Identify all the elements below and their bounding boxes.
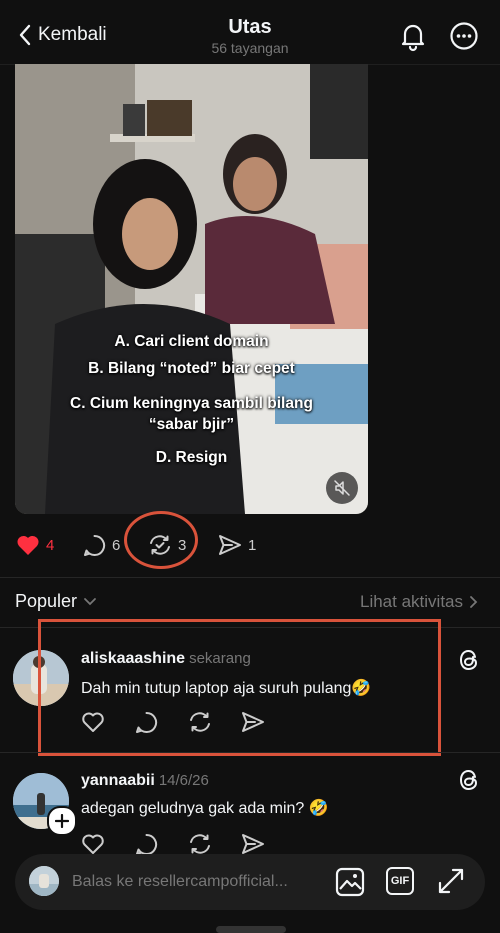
- comment-icon: [84, 534, 106, 556]
- overlay-line-c2: “sabar bjir”: [148, 416, 235, 433]
- threads-icon[interactable]: [458, 768, 480, 792]
- bell-icon[interactable]: [397, 20, 429, 52]
- sort-label: Populer: [15, 591, 78, 611]
- divider: [0, 577, 500, 578]
- divider: [0, 752, 500, 753]
- comment-text: adegan geludnya gak ada min? 🤣: [81, 800, 329, 817]
- comment-button[interactable]: 6: [83, 534, 120, 557]
- post-video[interactable]: A. Cari client domain B. Bilang “noted” …: [15, 64, 368, 514]
- overlay-line-c: C. Cium keningnya sambil bilang: [70, 395, 313, 412]
- gif-button[interactable]: GIF: [386, 867, 414, 895]
- reply-input[interactable]: Balas ke resellercampofficial...: [72, 873, 288, 891]
- more-options-icon[interactable]: [449, 21, 479, 51]
- speaker-muted-icon: [334, 480, 350, 496]
- sort-dropdown[interactable]: Populer: [15, 591, 97, 612]
- comment-username[interactable]: yannaabii: [81, 772, 155, 789]
- overlay-line-a: A. Cari client domain: [114, 333, 269, 350]
- plus-icon: [55, 814, 69, 828]
- heart-icon[interactable]: [81, 833, 105, 855]
- send-icon[interactable]: [241, 833, 265, 855]
- repost-highlight-annotation: [124, 511, 198, 569]
- view-activity-link[interactable]: Lihat aktivitas: [360, 592, 478, 612]
- home-indicator: [216, 926, 286, 933]
- heart-filled-icon: [17, 535, 39, 555]
- like-count: 4: [46, 536, 55, 554]
- gif-label: GIF: [390, 875, 410, 887]
- share-button[interactable]: 1: [218, 534, 256, 556]
- avatar: [29, 866, 59, 896]
- comment-highlight-annotation: [38, 619, 441, 756]
- mute-button[interactable]: [326, 472, 358, 504]
- image-icon[interactable]: [335, 867, 365, 897]
- chevron-right-icon: [470, 596, 478, 608]
- overlay-line-d: D. Resign: [155, 449, 228, 466]
- threads-icon[interactable]: [458, 648, 480, 672]
- comment-icon[interactable]: [135, 833, 158, 856]
- like-button[interactable]: 4: [16, 534, 54, 556]
- follow-button[interactable]: [47, 806, 77, 836]
- overlay-line-b: B. Bilang “noted” biar cepet: [88, 360, 295, 377]
- share-count: 1: [248, 536, 257, 554]
- comment-time: 14/6/26: [158, 772, 209, 789]
- comment-count: 6: [112, 537, 121, 554]
- comment-header: yannaabii 14/6/26: [81, 772, 209, 790]
- expand-icon[interactable]: [437, 867, 465, 895]
- repost-icon[interactable]: [188, 832, 212, 856]
- send-icon: [219, 535, 241, 555]
- chevron-down-icon: [84, 597, 96, 605]
- avatar-image: [29, 866, 59, 896]
- activity-label: Lihat aktivitas: [360, 592, 463, 611]
